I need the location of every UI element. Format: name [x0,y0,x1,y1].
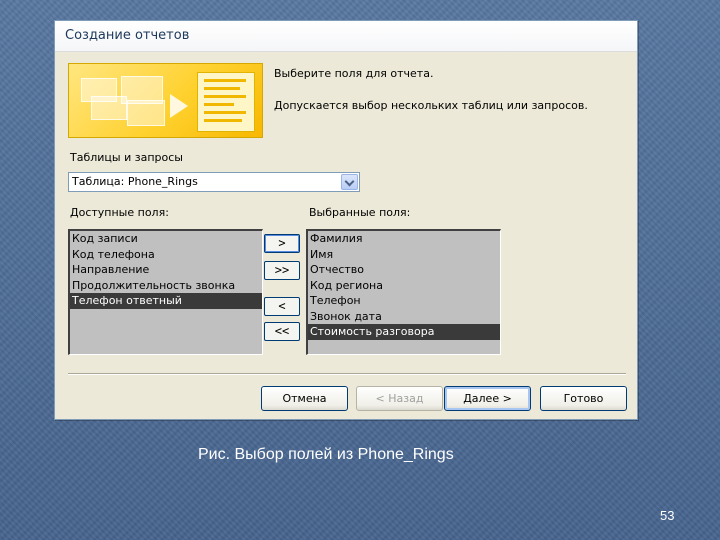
wizard-illustration [68,63,263,138]
selected-fields-label: Выбранные поля: [309,206,411,219]
finish-button[interactable]: Готово [540,386,627,411]
table-select[interactable]: Таблица: Phone_Rings [68,172,360,192]
add-all-fields-button[interactable]: >> [264,261,300,280]
instruction-text: Выберите поля для отчета. [274,67,434,80]
list-item[interactable]: Код региона [308,278,500,294]
arrow-graphic [170,94,188,118]
report-document-graphic [197,72,255,132]
remove-field-button[interactable]: < [264,297,300,316]
chevron-down-icon [344,176,355,187]
report-wizard-dialog: Создание отчетов Выберите поля для отчет… [54,20,638,420]
list-item[interactable]: Стоимость разговора [308,324,500,340]
slide-caption: Рис. Выбор полей из Phone_Rings [198,446,454,463]
multiple-tables-note: Допускается выбор нескольких таблиц или … [274,99,588,112]
back-button[interactable]: < Назад [356,386,443,411]
list-item[interactable]: Код телефона [70,247,262,263]
tables-queries-label: Таблицы и запросы [70,151,183,164]
list-item[interactable]: Фамилия [308,231,500,247]
list-item[interactable]: Продолжительность звонка [70,278,262,294]
list-item[interactable]: Звонок дата [308,309,500,325]
list-item[interactable]: Телефон [308,293,500,309]
list-item[interactable]: Отчество [308,262,500,278]
dialog-titlebar: Создание отчетов [55,21,637,52]
slide-page-number: 53 [660,508,675,523]
table-select-value: Таблица: Phone_Rings [72,175,198,188]
available-fields-label: Доступные поля: [70,206,169,219]
remove-all-fields-button[interactable]: << [264,322,300,341]
available-fields-list[interactable]: Код записи Код телефона Направление Продолж… [68,229,263,355]
cancel-button[interactable]: Отмена [261,386,348,411]
list-item[interactable]: Направление [70,262,262,278]
next-button[interactable]: Далее > [444,386,531,411]
button-separator [68,373,626,375]
list-item[interactable]: Код записи [70,231,262,247]
selected-fields-list[interactable]: Фамилия Имя Отчество Код региона Телефон Звон… [306,229,501,355]
dialog-title: Создание отчетов [65,28,190,43]
list-item[interactable]: Имя [308,247,500,263]
add-field-button[interactable]: > [264,234,300,253]
dropdown-button[interactable] [341,174,358,190]
list-item[interactable]: Телефон ответный [70,293,262,309]
